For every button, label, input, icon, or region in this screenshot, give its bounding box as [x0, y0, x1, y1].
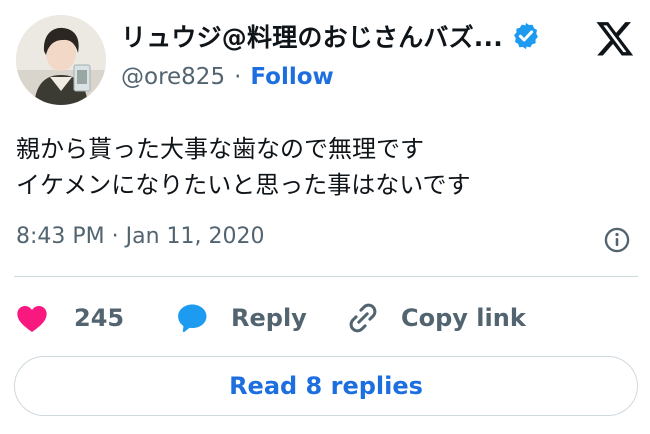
speech-bubble-icon	[178, 304, 207, 333]
avatar[interactable]	[16, 15, 106, 105]
tweet-timestamp[interactable]: 8:43 PM · Jan 11, 2020	[16, 224, 265, 249]
divider	[14, 276, 638, 277]
verified-badge-icon	[514, 22, 538, 50]
read-replies-button[interactable]: Read 8 replies	[14, 356, 638, 416]
tweet-text-line: イケメンになりたいと思った事はないです	[16, 171, 471, 199]
follow-button[interactable]: Follow	[250, 64, 333, 90]
tweet-text: 親から貰った大事な歯なので無理です イケメンになりたいと思った事はないです	[16, 131, 471, 203]
like-button[interactable]: 245	[16, 296, 124, 340]
tweet-embed-card: リュウジ@料理のおじさんバズ... @ore825 · Follow 親から貰っ…	[0, 0, 650, 434]
x-logo-icon[interactable]	[594, 18, 636, 58]
author-display-name[interactable]: リュウジ@料理のおじさんバズ...	[121, 18, 503, 54]
tweet-text-line: 親から貰った大事な歯なので無理です	[16, 135, 424, 163]
link-icon	[349, 303, 377, 333]
reply-label: Reply	[231, 304, 307, 332]
like-count: 245	[74, 304, 125, 332]
separator-dot: ·	[234, 64, 242, 90]
heart-icon	[17, 306, 47, 332]
read-replies-label: Read 8 replies	[229, 372, 423, 400]
action-bar: 245 Reply Copy link	[0, 296, 650, 340]
author-handle-row: @ore825 · Follow	[121, 64, 334, 90]
copy-link-button[interactable]: Copy link	[345, 296, 526, 340]
avatar-image	[16, 15, 106, 105]
copy-link-label: Copy link	[401, 304, 526, 332]
author-handle[interactable]: @ore825	[121, 64, 225, 90]
reply-button[interactable]: Reply	[175, 296, 307, 340]
info-icon[interactable]	[603, 226, 631, 254]
author-name-row: リュウジ@料理のおじさんバズ...	[121, 18, 541, 54]
